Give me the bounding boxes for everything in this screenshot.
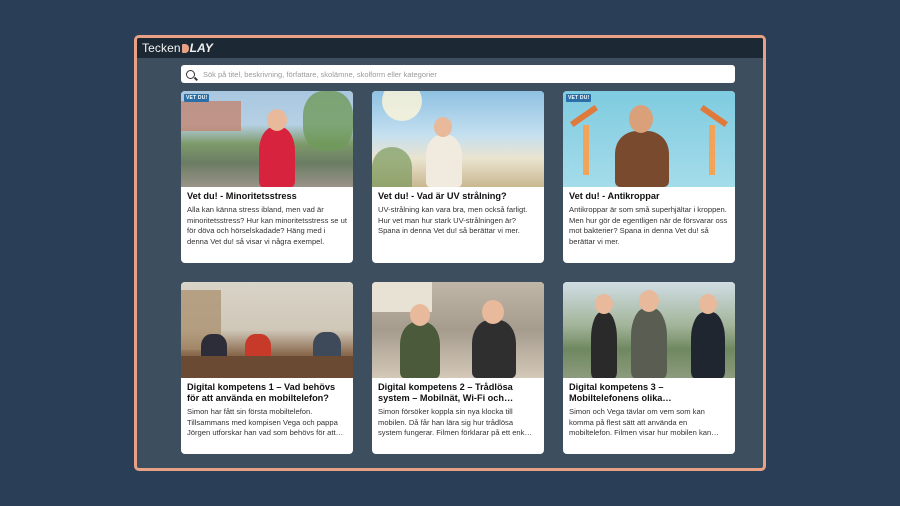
top-bar: Tecken LAY: [137, 38, 763, 58]
teckenplay-logo[interactable]: Tecken LAY: [142, 41, 213, 55]
video-thumbnail[interactable]: VET DU!: [181, 91, 353, 187]
play-p-icon: [181, 44, 189, 53]
video-card[interactable]: Digital kompetens 3 – Mobiltelefonens ol…: [563, 282, 735, 454]
search-icon: [186, 69, 195, 79]
video-card[interactable]: VET DU! Vet du! - Antikroppar Antikroppa…: [563, 91, 735, 263]
video-card[interactable]: Digital kompetens 1 – Vad behövs för att…: [181, 282, 353, 454]
card-title: Digital kompetens 2 – Trådlösa system – …: [378, 382, 514, 403]
video-card[interactable]: VET DU! Vet du! - Minoritetsstress Alla …: [181, 91, 353, 263]
card-description: Simon har fått sin första mobiltelefon. …: [187, 407, 344, 438]
video-thumbnail[interactable]: [181, 282, 353, 378]
card-description: UV-strålning kan vara bra, men också far…: [378, 205, 528, 236]
search-bar[interactable]: [181, 65, 735, 83]
card-title: Digital kompetens 3 – Mobiltelefonens ol…: [569, 382, 672, 403]
video-thumbnail[interactable]: [372, 91, 544, 187]
card-description: Alla kan känna stress ibland, men vad är…: [187, 205, 347, 246]
video-thumbnail[interactable]: [372, 282, 544, 378]
vet-du-badge: VET DU!: [184, 94, 210, 102]
card-description: Simon försöker koppla sin nya klocka til…: [378, 407, 533, 438]
search-input[interactable]: [203, 69, 723, 79]
card-title: Vet du! - Vad är UV strålning?: [378, 191, 507, 201]
card-description: Antikroppar är som små superhjältar i kr…: [569, 205, 728, 246]
video-card[interactable]: Vet du! - Vad är UV strålning? UV-stråln…: [372, 91, 544, 263]
card-title: Vet du! - Antikroppar: [569, 191, 660, 201]
card-title: Digital kompetens 1 – Vad behövs för att…: [187, 382, 336, 403]
video-thumbnail[interactable]: [563, 282, 735, 378]
video-thumbnail[interactable]: VET DU!: [563, 91, 735, 187]
vet-du-badge: VET DU!: [566, 94, 592, 102]
card-title: Vet du! - Minoritetsstress: [187, 191, 297, 201]
app-window: TeckenLAY VET DU! Vet du! - Minoritetsst…: [134, 35, 766, 471]
card-description: Simon och Vega tävlar om vem som kan kom…: [569, 407, 719, 438]
video-card[interactable]: Digital kompetens 2 – Trådlösa system – …: [372, 282, 544, 454]
